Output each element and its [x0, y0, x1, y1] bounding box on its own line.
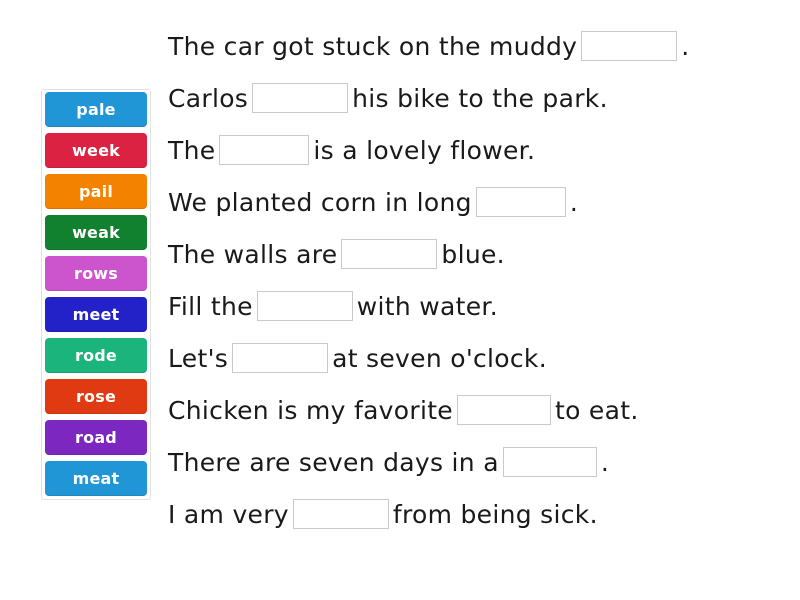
sentence-row: The walls are blue.: [168, 228, 788, 280]
word-tile[interactable]: rose: [45, 379, 147, 414]
sentence-text-after: .: [681, 31, 690, 61]
answer-blank[interactable]: [456, 395, 551, 425]
word-tile[interactable]: pail: [45, 174, 147, 209]
word-tile[interactable]: week: [45, 133, 147, 168]
sentence-row: Carlos his bike to the park.: [168, 72, 788, 124]
sentence-text-after: to eat.: [554, 395, 639, 425]
sentence-row: The is a lovely flower.: [168, 124, 788, 176]
answer-blank[interactable]: [581, 31, 678, 61]
sentence-text-before: Carlos: [168, 83, 249, 113]
word-tile-label: pail: [78, 182, 114, 201]
sentence-text-before: Chicken is my favorite: [168, 395, 453, 425]
sentence-text-after: is a lovely flower.: [313, 135, 536, 165]
word-tile-label: meat: [72, 469, 120, 488]
sentence-row: Let's at seven o'clock.: [168, 332, 788, 384]
sentence-row: The car got stuck on the muddy.: [168, 20, 788, 72]
word-tile-label: rose: [75, 387, 117, 406]
answer-blank[interactable]: [475, 187, 566, 217]
sentence-row: I am very from being sick.: [168, 488, 788, 540]
word-tile-label: weak: [72, 223, 120, 242]
sentence-text-before: The walls are: [168, 239, 338, 269]
word-tile-label: rode: [75, 346, 117, 365]
activity-stage: pale week pail weak rows meet rode rose road meat…: [0, 0, 800, 600]
answer-blank[interactable]: [292, 499, 389, 529]
sentence-text-before: There are seven days in a: [168, 447, 499, 477]
sentence-text-before: Fill the: [168, 291, 253, 321]
word-tile[interactable]: meat: [45, 461, 147, 496]
answer-blank[interactable]: [502, 447, 597, 477]
answer-blank[interactable]: [252, 83, 349, 113]
answer-blank[interactable]: [341, 239, 438, 269]
word-tile-label: meet: [72, 305, 120, 324]
answer-blank[interactable]: [256, 291, 353, 321]
sentence-text-after: .: [600, 447, 610, 477]
sentence-text-before: The: [168, 135, 216, 165]
word-tile-label: week: [72, 141, 120, 160]
sentence-text-after: with water.: [356, 291, 498, 321]
sentence-text-before: We planted corn in long: [168, 187, 472, 217]
sentence-text-before: The car got stuck on the muddy: [168, 31, 578, 61]
answer-blank[interactable]: [219, 135, 310, 165]
answer-blank[interactable]: [232, 343, 329, 373]
sentence-row: There are seven days in a.: [168, 436, 788, 488]
word-tile[interactable]: weak: [45, 215, 147, 250]
sentence-row: We planted corn in long.: [168, 176, 788, 228]
sentence-row: Chicken is my favorite to eat.: [168, 384, 788, 436]
sentence-text-after: from being sick.: [392, 499, 598, 529]
sentence-text-after: .: [569, 187, 579, 217]
sentence-text-after: blue.: [441, 239, 505, 269]
sentence-text-before: Let's: [168, 343, 229, 373]
word-tile[interactable]: meet: [45, 297, 147, 332]
word-tile[interactable]: pale: [45, 92, 147, 127]
sentence-list: The car got stuck on the muddy. Carlos his…: [168, 20, 788, 540]
word-tile[interactable]: rows: [45, 256, 147, 291]
sentence-text-after: his bike to the park.: [352, 83, 608, 113]
word-bank: pale week pail weak rows meet rode rose road meat: [41, 89, 151, 500]
sentence-row: Fill the with water.: [168, 280, 788, 332]
sentence-text-after: at seven o'clock.: [332, 343, 547, 373]
word-tile-label: road: [75, 428, 117, 447]
word-tile-label: rows: [74, 264, 118, 283]
word-tile[interactable]: road: [45, 420, 147, 455]
sentence-text-before: I am very: [168, 499, 289, 529]
word-tile[interactable]: rode: [45, 338, 147, 373]
word-tile-label: pale: [76, 100, 116, 119]
